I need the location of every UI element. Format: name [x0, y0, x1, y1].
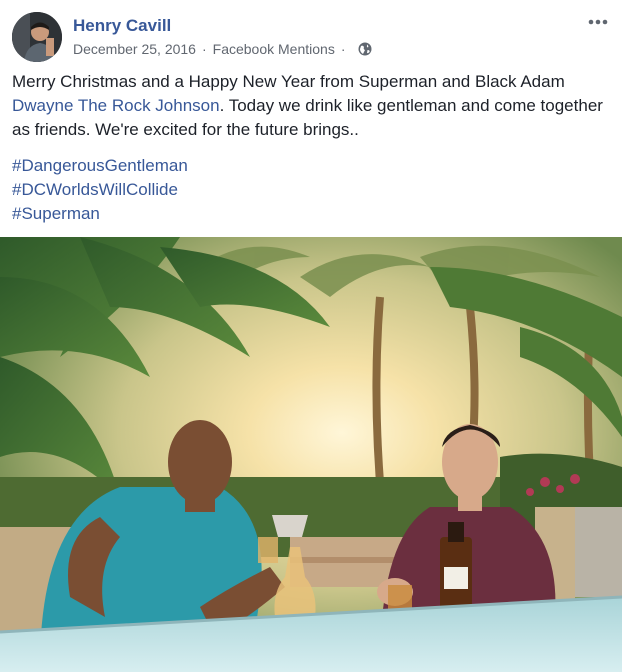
- photo-illustration: [0, 237, 622, 672]
- post-source-link[interactable]: Facebook Mentions: [213, 41, 335, 57]
- meta-separator: ·: [340, 41, 346, 57]
- hashtag-list: #DangerousGentleman #DCWorldsWillCollide…: [12, 154, 612, 226]
- meta-separator: ·: [201, 41, 207, 57]
- post-text: Merry Christmas and a Happy New Year fro…: [12, 70, 612, 142]
- hashtag-link[interactable]: #DangerousGentleman: [12, 154, 612, 178]
- avatar-image: [12, 12, 62, 62]
- author-name-link[interactable]: Henry Cavill: [73, 16, 171, 36]
- post-meta: December 25, 2016 · Facebook Mentions ·: [73, 41, 372, 57]
- author-avatar[interactable]: [12, 12, 62, 62]
- more-options-icon[interactable]: [586, 12, 610, 32]
- facebook-post: Henry Cavill December 25, 2016 · Faceboo…: [0, 0, 622, 672]
- post-message: Merry Christmas and a Happy New Year fro…: [12, 70, 612, 226]
- post-date-link[interactable]: December 25, 2016: [73, 41, 196, 57]
- message-text-before: Merry Christmas and a Happy New Year fro…: [12, 72, 565, 91]
- post-header: Henry Cavill December 25, 2016 · Faceboo…: [12, 12, 610, 62]
- mention-link[interactable]: Dwayne The Rock Johnson: [12, 96, 220, 115]
- hashtag-link[interactable]: #DCWorldsWillCollide: [12, 178, 612, 202]
- post-photo[interactable]: [0, 237, 622, 672]
- hashtag-link[interactable]: #Superman: [12, 202, 612, 226]
- globe-icon[interactable]: [358, 42, 372, 56]
